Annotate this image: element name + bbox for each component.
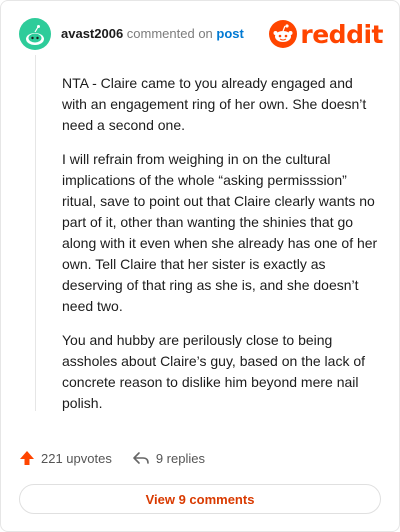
reddit-logo[interactable]: reddit	[269, 18, 383, 50]
view-comments-button[interactable]: View 9 comments	[19, 484, 381, 514]
upvote-count: 221 upvotes	[41, 450, 112, 466]
commented-on-label: commented on	[126, 26, 213, 41]
replies-button[interactable]: 9 replies	[132, 450, 205, 466]
comment-meta: avast2006 commented on post	[61, 26, 244, 41]
comment-actions: 221 upvotes 9 replies	[19, 450, 225, 466]
reddit-wordmark: reddit	[300, 19, 383, 49]
comment-paragraph: I will refrain from weighing in on the c…	[62, 151, 378, 314]
comment-header: avast2006 commented on post reddit	[19, 16, 383, 52]
reply-arrow-icon	[133, 452, 149, 464]
username[interactable]: avast2006	[61, 26, 123, 41]
reddit-logo-icon	[269, 20, 298, 48]
upvote-arrow-icon	[20, 451, 34, 465]
comment-card: avast2006 commented on post reddit NTA -…	[0, 0, 400, 532]
avatar-icon[interactable]	[19, 18, 51, 50]
comment-body: NTA - Claire came to you already engaged…	[62, 73, 380, 427]
upvote-button[interactable]: 221 upvotes	[19, 450, 112, 466]
reply-count: 9 replies	[155, 450, 205, 466]
comment-paragraph: You and hubby are perilously close to be…	[62, 332, 366, 411]
comment-paragraph: NTA - Claire came to you already engaged…	[62, 75, 367, 133]
post-link[interactable]: post	[216, 26, 243, 41]
thread-line[interactable]	[35, 55, 36, 411]
